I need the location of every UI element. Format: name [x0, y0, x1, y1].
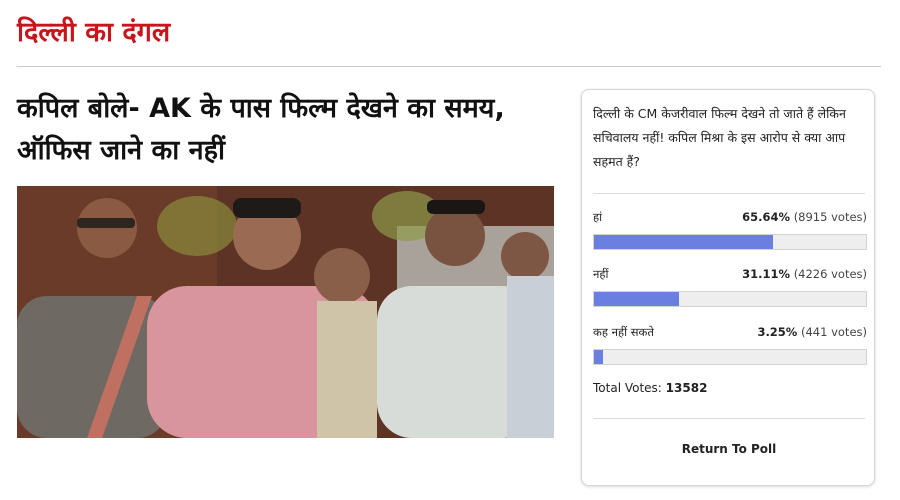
photo-illustration [17, 186, 554, 438]
poll-bar [593, 234, 867, 250]
poll-option-percent: 65.64% [742, 210, 791, 224]
poll-option-votes: (441 votes) [801, 325, 867, 339]
poll-bar [593, 291, 867, 307]
return-to-poll-button[interactable]: Return To Poll [582, 442, 876, 456]
poll-option-label: कह नहीं सकते [593, 325, 654, 339]
poll-option-votes: (8915 votes) [793, 210, 867, 224]
total-votes: Total Votes: 13582 [593, 381, 707, 395]
poll-option: नहीं 31.11% (4226 votes) [593, 267, 867, 307]
poll-option-percent: 3.25% [757, 325, 798, 339]
poll-bar-fill [594, 235, 773, 249]
article-photo[interactable] [17, 186, 554, 438]
divider [17, 66, 881, 67]
poll-divider [593, 193, 865, 194]
poll-bar-fill [594, 350, 603, 364]
total-votes-value: 13582 [665, 381, 708, 395]
poll-option-percent: 31.11% [742, 267, 791, 281]
poll-option: हां 65.64% (8915 votes) [593, 210, 867, 250]
section-title[interactable]: दिल्ली का दंगल [17, 14, 170, 52]
poll-card: दिल्ली के CM केजरीवाल फिल्म देखने तो जात… [581, 89, 875, 486]
poll-question: दिल्ली के CM केजरीवाल फिल्म देखने तो जात… [593, 106, 846, 169]
poll-bar-fill [594, 292, 679, 306]
poll-option-votes: (4226 votes) [793, 267, 867, 281]
poll-bar [593, 349, 867, 365]
total-votes-label: Total Votes: [593, 381, 662, 395]
poll-option-label: हां [593, 210, 603, 224]
poll-divider [593, 418, 865, 419]
poll-option-label: नहीं [593, 267, 609, 281]
poll-option: कह नहीं सकते 3.25% (441 votes) [593, 325, 867, 365]
article-headline[interactable]: कपिल बोले- AK के पास फिल्म देखने का समय,… [17, 88, 567, 172]
